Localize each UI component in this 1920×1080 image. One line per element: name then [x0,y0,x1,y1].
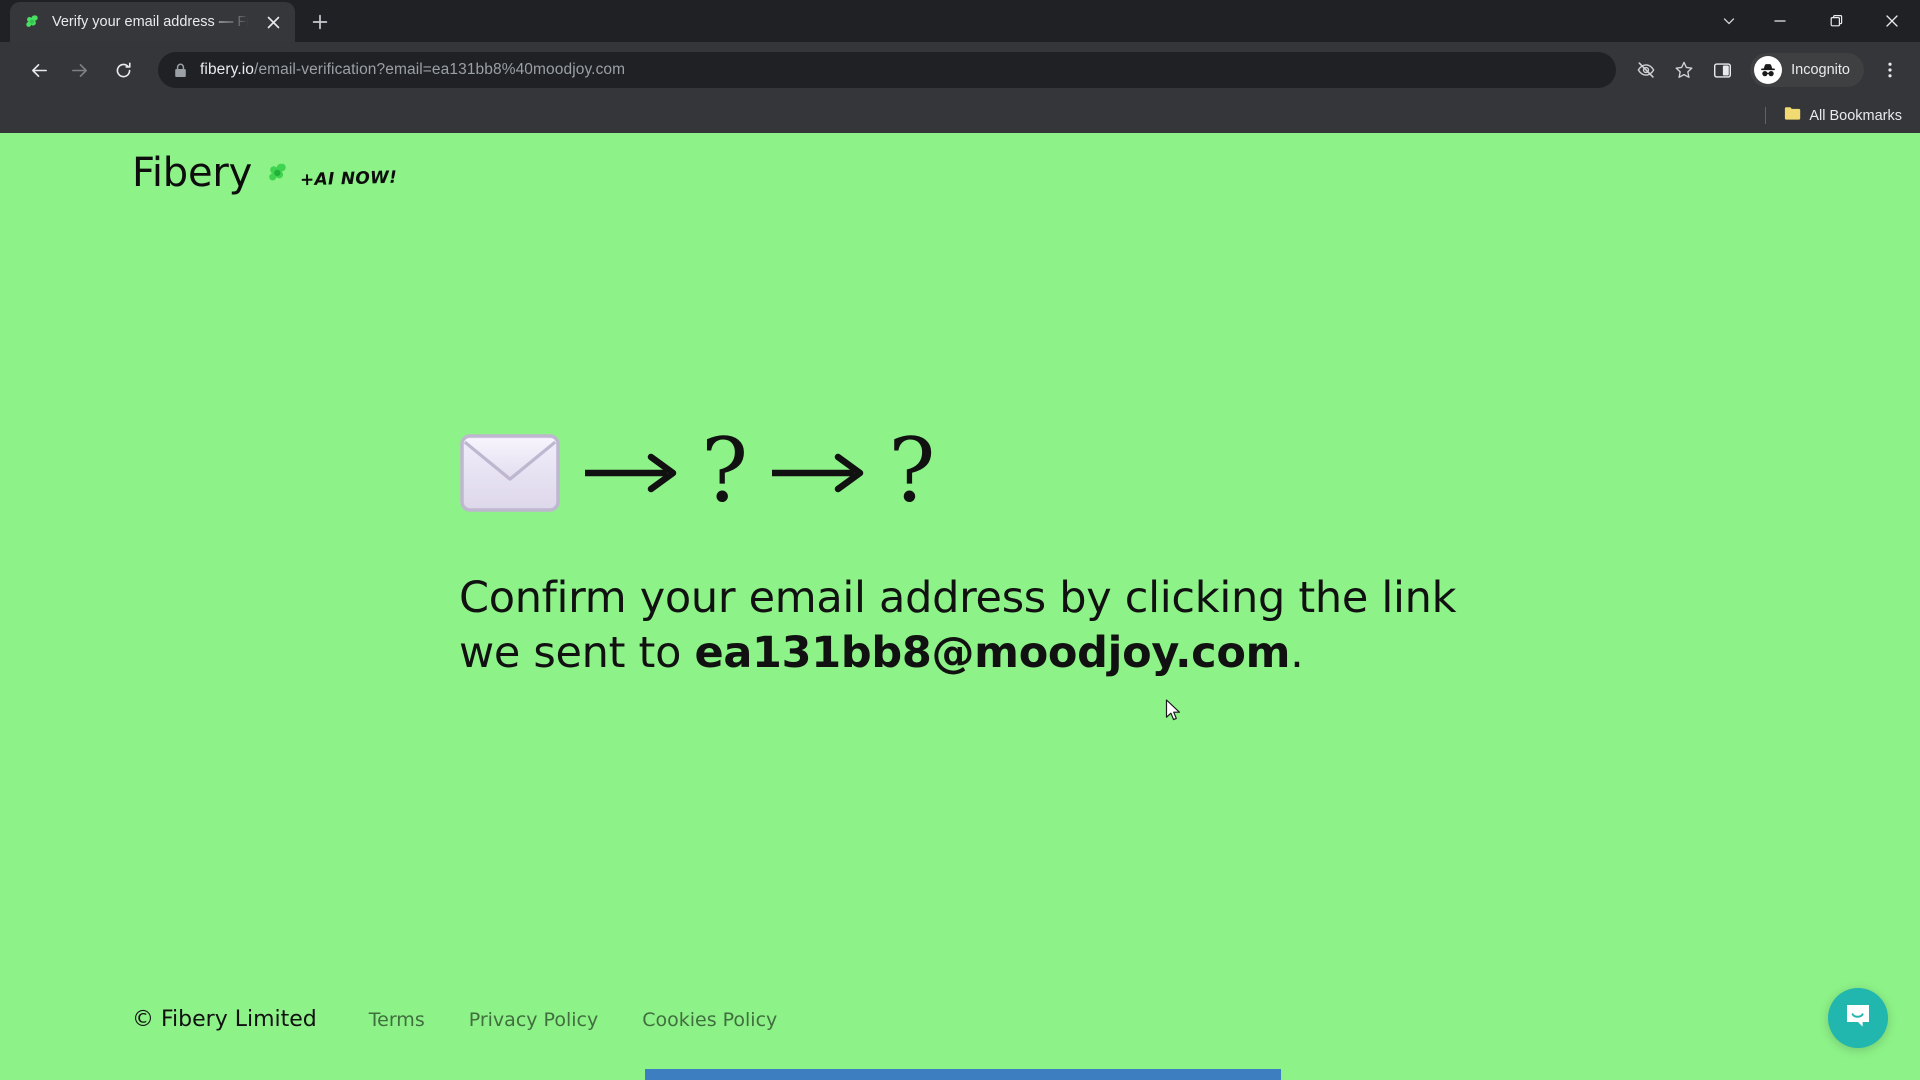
tab-close-button[interactable] [261,10,285,34]
minimize-button[interactable] [1752,0,1808,42]
side-panel-icon[interactable] [1704,52,1740,88]
browser-chrome: Verify your email address — Fib fibery.i… [0,0,1920,133]
page-content: Fibery +AI NOW! ? ? Confirm your email a… [0,133,1920,1080]
tab-search-button[interactable] [1706,0,1752,42]
footer-link-terms[interactable]: Terms [369,1009,425,1031]
url-host: fibery.io [200,61,255,78]
site-header: Fibery +AI NOW! [132,153,398,193]
fibery-leaf-favicon [24,13,42,31]
horizontal-scrollbar-thumb[interactable] [645,1069,1281,1080]
all-bookmarks-button[interactable]: All Bookmarks [1776,103,1910,129]
footer-link-cookies-policy[interactable]: Cookies Policy [642,1009,777,1031]
envelope-icon [459,433,561,513]
fibery-wordmark[interactable]: Fibery [132,153,252,193]
chat-launcher-button[interactable] [1828,988,1888,1048]
fibery-clover-logo [266,161,292,187]
browser-toolbar: fibery.io/email-verification?email=ea131… [0,42,1920,98]
bookmarks-divider [1765,107,1767,124]
tab-strip: Verify your email address — Fib [0,0,1920,42]
heading-email: ea131bb8@moodjoy.com [694,628,1291,679]
star-icon[interactable] [1666,52,1702,88]
new-tab-button[interactable] [303,5,337,39]
back-button[interactable] [20,51,58,89]
mouse-pointer [1165,699,1183,723]
right-arrow-icon [768,451,868,495]
address-bar-url: fibery.io/email-verification?email=ea131… [200,61,1602,79]
right-arrow-icon [581,451,681,495]
profile-chip[interactable]: Incognito [1750,53,1864,87]
lock-icon [174,63,188,78]
brand-tagline: +AI NOW! [299,167,398,191]
bookmarks-bar: All Bookmarks [0,98,1920,133]
maximize-button[interactable] [1808,0,1864,42]
horizontal-scrollbar[interactable] [0,1064,1920,1080]
footer-link-privacy-policy[interactable]: Privacy Policy [469,1009,598,1031]
window-controls [1706,0,1920,42]
question-mark-2: ? [888,419,936,522]
tab-title: Verify your email address — Fib [52,14,251,30]
reload-button[interactable] [104,51,142,89]
browser-tab[interactable]: Verify your email address — Fib [10,2,295,42]
question-mark-1: ? [701,419,749,522]
site-footer: © Fibery Limited Terms Privacy Policy Co… [132,1007,821,1032]
hero-graphic: ? ? [459,423,1469,523]
forward-button[interactable] [60,51,98,89]
address-bar[interactable]: fibery.io/email-verification?email=ea131… [158,52,1617,88]
copyright-text: © Fibery Limited [132,1007,317,1032]
incognito-icon [1754,56,1783,84]
page-title: Confirm your email address by clicking t… [459,571,1459,681]
window-close-button[interactable] [1864,0,1920,42]
chat-bubble-icon [1843,1001,1873,1036]
folder-icon [1784,106,1801,126]
eye-slash-icon[interactable] [1628,52,1664,88]
all-bookmarks-label: All Bookmarks [1809,107,1902,124]
url-path: /email-verification?email=ea131bb8%40moo… [254,61,626,78]
kebab-menu-icon[interactable] [1872,52,1908,88]
profile-label: Incognito [1791,62,1850,78]
heading-suffix: . [1290,628,1304,679]
hero-section: ? ? Confirm your email address by clicki… [459,423,1469,681]
